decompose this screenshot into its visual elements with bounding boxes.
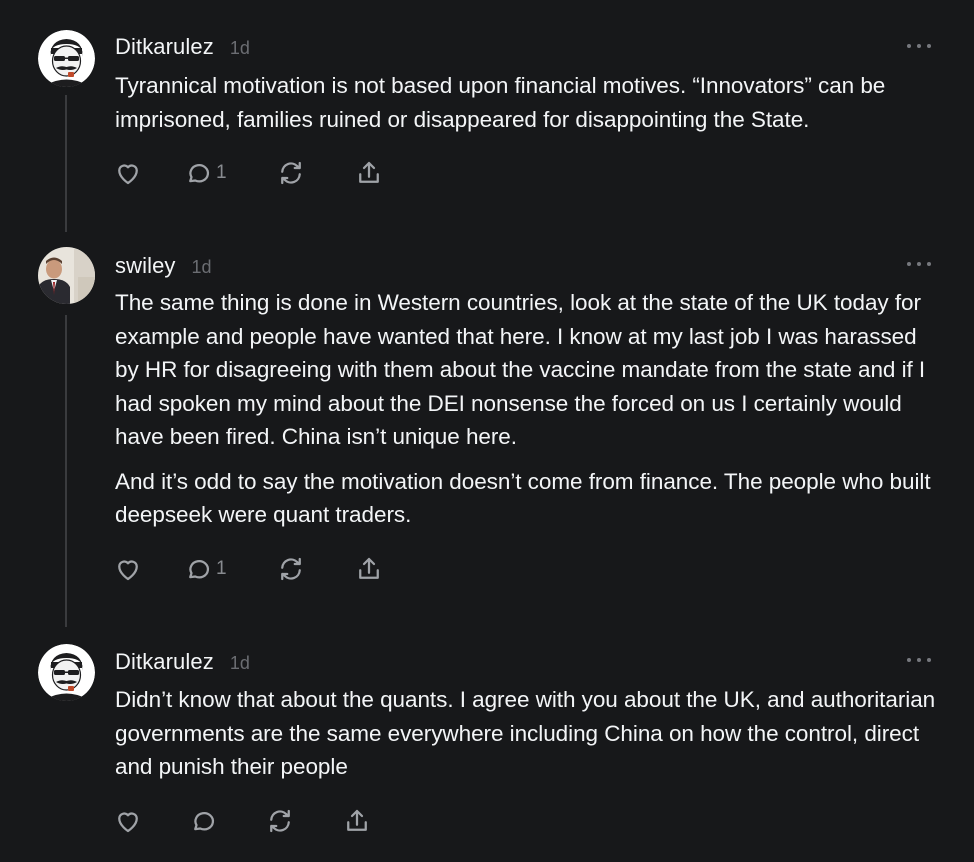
user-avatar[interactable] [38, 247, 95, 304]
more-icon [907, 44, 911, 48]
restack-icon [281, 161, 301, 185]
like-button[interactable] [113, 806, 143, 836]
share-icon [359, 557, 379, 579]
heart-icon [118, 164, 138, 185]
restack-button[interactable] [276, 554, 306, 584]
share-button[interactable] [342, 806, 372, 836]
share-button[interactable] [354, 158, 384, 188]
timestamp: 1d [229, 653, 250, 673]
share-icon [359, 161, 379, 183]
comment-body: Tyrannical motivation is not based upon … [115, 69, 945, 147]
restack-icon [270, 809, 290, 833]
more-options-button[interactable] [907, 259, 931, 269]
reply-count: 1 [216, 558, 227, 579]
username[interactable]: Ditkarulez [115, 34, 214, 60]
comment-text: Didn’t know that about the quants. I agr… [115, 687, 936, 779]
share-button[interactable] [354, 554, 384, 584]
username[interactable]: swiley [115, 253, 176, 279]
comment-text: The same thing is done in Western countr… [115, 290, 926, 449]
reply-button[interactable]: 1 [184, 158, 227, 188]
like-button[interactable] [113, 158, 143, 188]
comment-body: The same thing is done in Western countr… [115, 286, 945, 543]
restack-button[interactable] [276, 158, 306, 188]
heart-icon [118, 812, 138, 833]
reply-count: 1 [216, 162, 227, 183]
heart-icon [118, 560, 138, 581]
photo-avatar-icon [38, 247, 95, 304]
comment-body: Didn’t know that about the quants. I agr… [115, 683, 945, 795]
like-button[interactable] [113, 554, 143, 584]
reply-button[interactable]: 1 [184, 554, 227, 584]
comment-text: And it’s odd to say the motivation doesn… [115, 468, 931, 528]
thread-line [65, 315, 67, 627]
timestamp: 1d [229, 38, 250, 58]
more-icon [907, 658, 911, 662]
user-avatar[interactable] [38, 644, 95, 701]
comment-icon [189, 164, 209, 183]
reply-button[interactable] [189, 806, 221, 836]
comment-text: Tyrannical motivation is not based upon … [115, 73, 886, 132]
username[interactable]: Ditkarulez [115, 649, 214, 675]
mustache-man-avatar-icon [38, 644, 95, 701]
more-options-button[interactable] [907, 41, 931, 51]
restack-icon [281, 557, 301, 581]
restack-button[interactable] [265, 806, 295, 836]
timestamp: 1d [191, 257, 212, 277]
more-options-button[interactable] [907, 655, 931, 665]
comment-icon [194, 812, 214, 831]
thread-line [65, 95, 67, 232]
more-icon [907, 262, 911, 266]
user-avatar[interactable] [38, 30, 95, 87]
comment-icon [189, 560, 209, 579]
mustache-man-avatar-icon [38, 30, 95, 87]
share-icon [347, 809, 367, 831]
